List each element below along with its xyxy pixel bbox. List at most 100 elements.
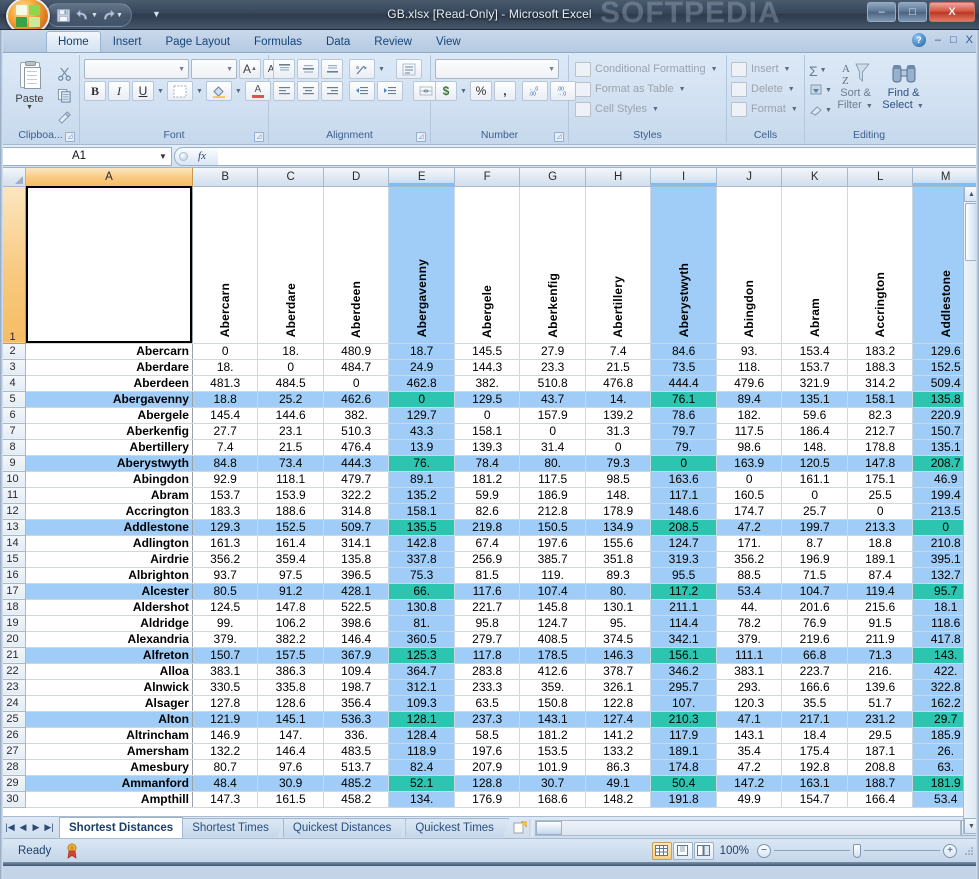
distance-cell[interactable]: 191.8	[650, 791, 717, 808]
distance-cell[interactable]: 346.2	[650, 663, 717, 680]
distance-cell[interactable]: 95.8	[454, 615, 521, 632]
distance-cell[interactable]: 148.6	[650, 503, 717, 520]
orientation-dropdown-icon[interactable]: ▼	[377, 66, 386, 73]
row-header-26[interactable]: 26	[0, 727, 27, 744]
distance-cell[interactable]: 513.7	[323, 759, 390, 776]
distance-cell[interactable]: 428.1	[323, 583, 390, 600]
row-header-3[interactable]: 3	[0, 359, 27, 376]
distance-cell[interactable]: 80.	[519, 455, 586, 472]
distance-cell[interactable]: 130.8	[388, 599, 455, 616]
distance-cell[interactable]: 107.	[650, 695, 717, 712]
minimize-ribbon-button[interactable]: –	[935, 34, 941, 46]
format-as-table-dropdown-icon[interactable]: ▼	[678, 86, 687, 93]
distance-cell[interactable]: 95.5	[650, 567, 717, 584]
distance-cell[interactable]: 379.	[192, 631, 259, 648]
distance-cell[interactable]: 117.5	[519, 471, 586, 488]
distance-cell[interactable]: 139.6	[847, 679, 914, 696]
distance-cell[interactable]: 153.4	[781, 343, 848, 360]
distance-cell[interactable]: 139.2	[585, 407, 652, 424]
place-name-cell[interactable]: Airdrie	[25, 551, 193, 568]
conditional-formatting-button[interactable]: Conditional Formatting ▼	[573, 59, 721, 79]
next-sheet-button[interactable]: ▶	[30, 822, 42, 833]
distance-cell[interactable]: 408.5	[519, 631, 586, 648]
row-header-30[interactable]: 30	[0, 791, 27, 808]
clear-dropdown-icon[interactable]: ▼	[824, 107, 833, 114]
distance-cell[interactable]: 80.	[585, 583, 652, 600]
distance-cell[interactable]: 23.3	[519, 359, 586, 376]
previous-sheet-button[interactable]: ◀	[17, 822, 29, 833]
ribbon-tab-formulas[interactable]: Formulas	[242, 31, 314, 52]
distance-cell[interactable]: 483.5	[323, 743, 390, 760]
row-header-23[interactable]: 23	[0, 679, 27, 696]
distance-cell[interactable]: 337.8	[388, 551, 455, 568]
distance-cell[interactable]: 23.1	[257, 423, 324, 440]
row-header-11[interactable]: 11	[0, 487, 27, 504]
font-color-button[interactable]: A	[244, 81, 271, 101]
signature-icon[interactable]	[63, 842, 81, 860]
distance-cell[interactable]: 314.8	[323, 503, 390, 520]
distance-cell[interactable]: 117.9	[650, 727, 717, 744]
distance-cell[interactable]: 121.9	[192, 711, 259, 728]
distance-cell[interactable]: 118.	[716, 359, 783, 376]
distance-cell[interactable]: 135.8	[323, 551, 390, 568]
distance-cell[interactable]: 86.3	[585, 759, 652, 776]
distance-cell[interactable]: 168.6	[519, 791, 586, 808]
distance-cell[interactable]: 145.8	[519, 599, 586, 616]
distance-cell[interactable]: 0	[323, 375, 390, 392]
distance-cell[interactable]: 13.9	[388, 439, 455, 456]
place-name-cell[interactable]: Abertillery	[25, 439, 193, 456]
distance-cell[interactable]: 279.7	[454, 631, 521, 648]
row-header-27[interactable]: 27	[0, 743, 27, 760]
distance-cell[interactable]: 356.2	[716, 551, 783, 568]
distance-cell[interactable]: 221.7	[454, 599, 521, 616]
distance-cell[interactable]: 187.1	[847, 743, 914, 760]
distance-cell[interactable]: 125.3	[388, 647, 455, 664]
place-name-cell[interactable]: Ammanford	[25, 775, 193, 792]
normal-view-button[interactable]	[651, 841, 672, 860]
place-name-cell[interactable]: Aberdare	[25, 359, 193, 376]
distance-cell[interactable]: 398.6	[323, 615, 390, 632]
distance-cell[interactable]: 166.6	[781, 679, 848, 696]
column-title-cell[interactable]: Abercarn	[192, 186, 259, 344]
column-header-e[interactable]: E	[388, 168, 455, 187]
distance-cell[interactable]: 0	[257, 359, 324, 376]
number-dialog-launcher[interactable]: ◿	[554, 132, 564, 142]
row-header-6[interactable]: 6	[0, 407, 27, 424]
distance-cell[interactable]: 120.5	[781, 455, 848, 472]
distance-cell[interactable]: 148.2	[585, 791, 652, 808]
place-name-cell[interactable]: Abingdon	[25, 471, 193, 488]
distance-cell[interactable]: 382.2	[257, 631, 324, 648]
page-break-view-button[interactable]	[693, 841, 714, 860]
distance-cell[interactable]: 356.4	[323, 695, 390, 712]
row-header-29[interactable]: 29	[0, 775, 27, 792]
distance-cell[interactable]: 201.6	[781, 599, 848, 616]
distance-cell[interactable]: 84.6	[650, 343, 717, 360]
ribbon-tab-home[interactable]: Home	[46, 31, 101, 52]
resize-grip[interactable]	[963, 845, 975, 857]
horizontal-scrollbar[interactable]: ▶	[534, 819, 977, 836]
cut-icon[interactable]	[53, 63, 75, 83]
distance-cell[interactable]: 197.6	[519, 535, 586, 552]
row-header-15[interactable]: 15	[0, 551, 27, 568]
place-name-cell[interactable]: Aldridge	[25, 615, 193, 632]
distance-cell[interactable]: 82.6	[454, 503, 521, 520]
sheet-tab-quickest-distances[interactable]: Quickest Distances	[283, 818, 406, 837]
ribbon-tab-page-layout[interactable]: Page Layout	[153, 31, 242, 52]
distance-cell[interactable]: 82.3	[847, 407, 914, 424]
distance-cell[interactable]: 135.5	[388, 519, 455, 536]
distance-cell[interactable]: 75.3	[388, 567, 455, 584]
distance-cell[interactable]: 379.	[716, 631, 783, 648]
zoom-slider[interactable]: − +	[757, 843, 957, 858]
distance-cell[interactable]: 148.	[585, 487, 652, 504]
help-icon[interactable]: ?	[911, 33, 926, 47]
column-title-cell[interactable]: Accrington	[847, 186, 914, 344]
row-header-16[interactable]: 16	[0, 567, 27, 584]
column-header-m[interactable]: M	[912, 168, 979, 187]
close-button[interactable]: X	[929, 2, 975, 22]
align-left-icon[interactable]	[273, 81, 295, 101]
distance-cell[interactable]: 210.3	[650, 711, 717, 728]
zoom-track-right[interactable]	[864, 850, 940, 851]
distance-cell[interactable]: 18.	[192, 359, 259, 376]
place-name-cell[interactable]: Aldershot	[25, 599, 193, 616]
distance-cell[interactable]: 335.8	[257, 679, 324, 696]
